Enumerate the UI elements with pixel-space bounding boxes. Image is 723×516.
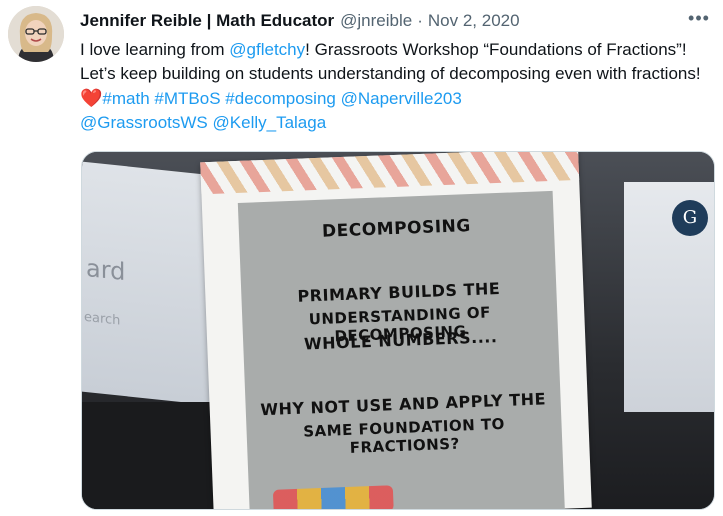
screen-text: ard: [86, 254, 126, 287]
heart-icon: ❤️: [80, 88, 103, 108]
user-handle[interactable]: @jnreible: [340, 11, 412, 31]
tweet-media-image[interactable]: ard earch G DECOMPOSING PRIMARY BUILDS T…: [81, 151, 715, 510]
card-line: SAME FOUNDATION TO FRACTIONS?: [302, 414, 506, 457]
avatar[interactable]: [8, 6, 64, 62]
tweet-text: I love learning from @gfletchy! Grassroo…: [80, 38, 710, 135]
tweet-date[interactable]: Nov 2, 2020: [428, 11, 520, 31]
mention-naperville203[interactable]: @Naperville203: [341, 89, 462, 108]
hashtag-math[interactable]: #math: [102, 89, 149, 108]
slide-card: DECOMPOSING PRIMARY BUILDS THE UNDERSTAN…: [200, 152, 592, 509]
card-title: DECOMPOSING: [321, 216, 472, 242]
logo-badge: G: [672, 200, 708, 236]
separator: ·: [417, 11, 423, 30]
tweet-header: Jennifer Reible | Math Educator @jnreibl…: [80, 10, 693, 32]
more-horizontal-icon[interactable]: •••: [687, 8, 711, 28]
screen-subtext: earch: [84, 309, 121, 329]
display-name[interactable]: Jennifer Reible | Math Educator: [80, 11, 334, 31]
mention-grassrootsws[interactable]: @GrassrootsWS: [80, 113, 208, 132]
card-panel: DECOMPOSING PRIMARY BUILDS THE UNDERSTAN…: [237, 190, 565, 509]
mention-kelly-talaga[interactable]: @Kelly_Talaga: [213, 113, 327, 132]
text-part: I love learning from: [80, 40, 230, 59]
hashtag-mtbos[interactable]: #MTBoS: [154, 89, 220, 108]
mention-gfletchy[interactable]: @gfletchy: [229, 40, 305, 59]
colorful-decoration: [272, 485, 394, 509]
hashtag-decomposing[interactable]: #decomposing: [225, 89, 336, 108]
